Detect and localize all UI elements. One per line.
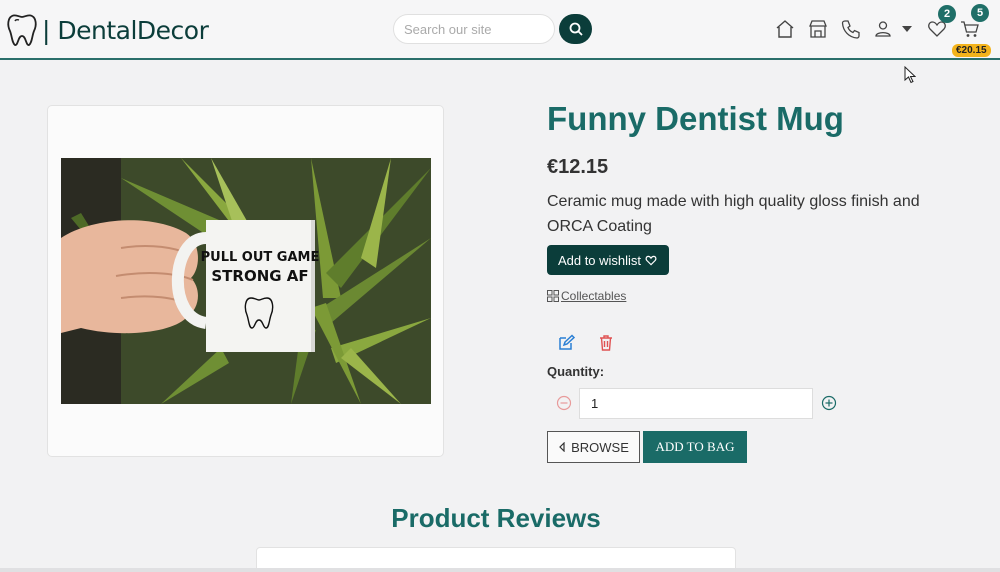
- quantity-label: Quantity:: [547, 364, 605, 379]
- product-photo-graphic: PULL OUT GAME STRONG AF: [61, 158, 431, 404]
- product-image-card: PULL OUT GAME STRONG AF: [47, 105, 444, 457]
- category-label: Collectables: [561, 289, 627, 303]
- account-menu[interactable]: [872, 18, 894, 40]
- page-bottom-edge: [0, 568, 1000, 572]
- trash-icon: [600, 335, 612, 351]
- wishlist-count-badge: 2: [938, 5, 956, 23]
- minus-circle-icon: [556, 395, 572, 411]
- quantity-decrement-button[interactable]: [556, 395, 572, 411]
- user-icon: [875, 21, 891, 37]
- product-price: €12.15: [547, 156, 609, 178]
- plus-circle-icon: [821, 395, 837, 411]
- quantity-input[interactable]: [579, 388, 813, 419]
- category-link[interactable]: Collectables: [547, 289, 626, 303]
- delete-product-button[interactable]: [597, 334, 615, 352]
- mug-text-line2: STRONG AF: [211, 267, 308, 285]
- category-grid-icon: [547, 290, 559, 302]
- cart-count-badge: 5: [971, 4, 989, 22]
- store-link[interactable]: [807, 18, 829, 40]
- mouse-cursor-icon: [904, 66, 916, 84]
- search-input[interactable]: [393, 14, 555, 44]
- cart-total-badge: €20.15: [952, 44, 991, 57]
- chevron-down-icon: [902, 26, 912, 32]
- add-to-wishlist-button[interactable]: Add to wishlist: [547, 245, 669, 275]
- add-to-bag-button[interactable]: ADD TO BAG: [643, 431, 747, 463]
- browse-button[interactable]: BROWSE: [547, 431, 640, 463]
- contact-link[interactable]: [840, 18, 862, 40]
- brand-logo[interactable]: | DentalDecor: [6, 12, 209, 48]
- account-dropdown-toggle[interactable]: [900, 18, 914, 40]
- heart-icon: [645, 255, 657, 265]
- search-button[interactable]: [559, 14, 592, 44]
- mug-text-line1: PULL OUT GAME: [201, 250, 320, 265]
- phone-icon: [841, 20, 860, 39]
- product-title: Funny Dentist Mug: [547, 100, 844, 137]
- quantity-increment-button[interactable]: [821, 395, 837, 411]
- browse-label: BROWSE: [571, 439, 629, 455]
- tooth-icon: [7, 14, 37, 46]
- store-icon: [809, 20, 827, 38]
- reviews-heading: Product Reviews: [391, 503, 601, 533]
- site-header: | DentalDecor 2: [0, 0, 1000, 60]
- search-icon: [569, 22, 583, 36]
- product-image[interactable]: PULL OUT GAME STRONG AF: [61, 158, 431, 404]
- brand-name: | DentalDecor: [42, 15, 209, 45]
- home-icon: [776, 20, 794, 38]
- edit-icon: [559, 334, 576, 350]
- home-link[interactable]: [774, 18, 796, 40]
- product-description: Ceramic mug made with high quality gloss…: [547, 193, 920, 235]
- wishlist-button-label: Add to wishlist: [557, 252, 642, 268]
- add-to-bag-label: ADD TO BAG: [655, 439, 735, 454]
- edit-product-button[interactable]: [557, 334, 576, 352]
- chevron-left-icon: [559, 442, 565, 452]
